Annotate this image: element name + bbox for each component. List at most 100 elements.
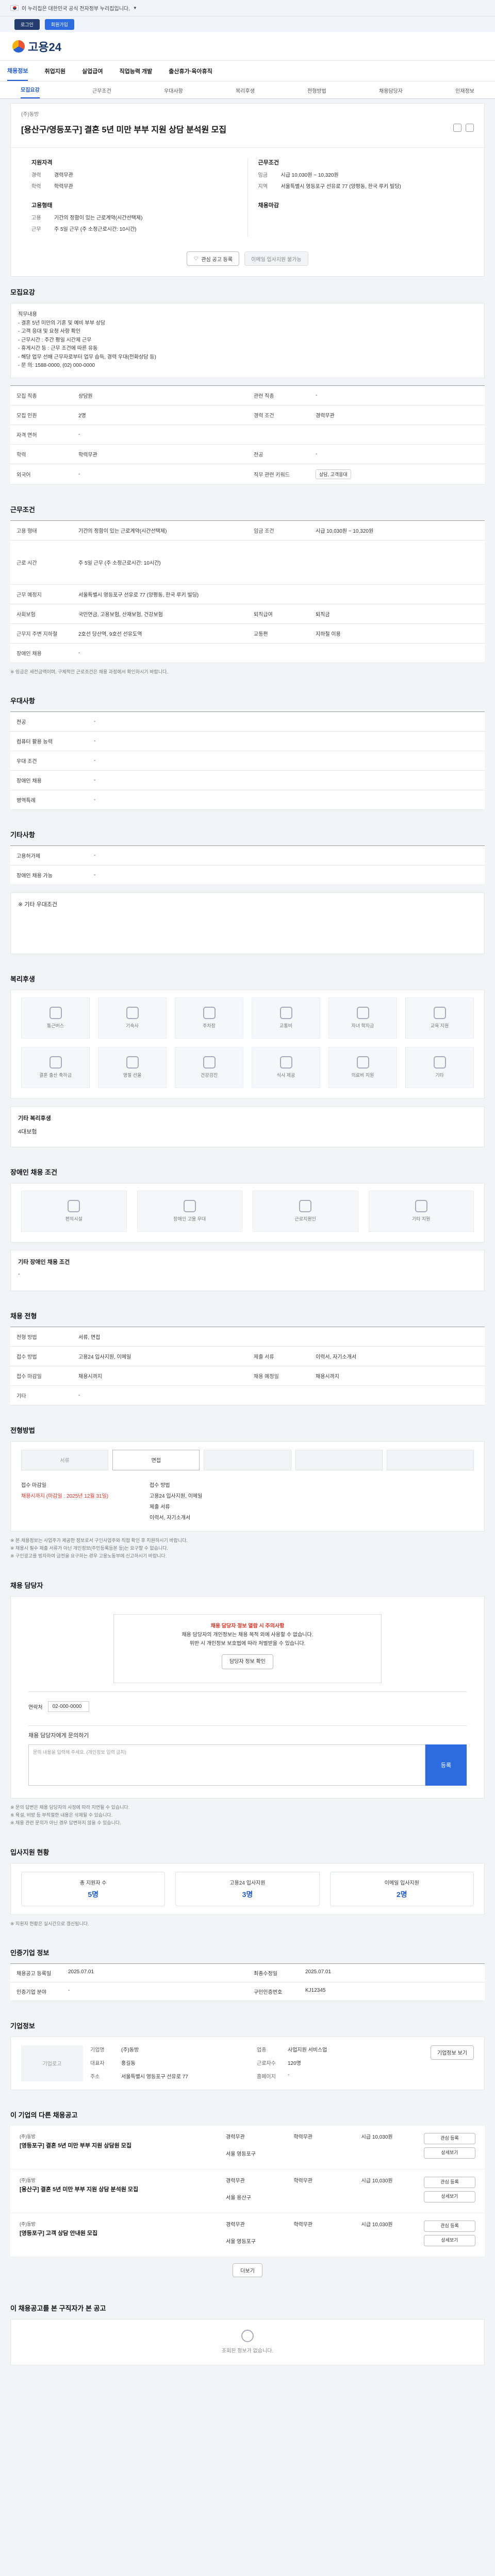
step-4: [295, 1449, 383, 1470]
welfare-label: 주차장: [203, 1023, 216, 1029]
value: 경력무관: [309, 405, 485, 425]
label: 홈페이지: [257, 2074, 276, 2080]
menu-item-unemployment[interactable]: 실업급여: [82, 67, 103, 75]
recruit-table: 전형 방법 서류, 면접 접수 방법 고용24 입사지원, 이메일 제출 서류 이력서…: [10, 1326, 485, 1405]
more-button[interactable]: 더보기: [233, 2263, 262, 2277]
label: 학력: [10, 444, 72, 464]
job-title[interactable]: [용산구] 결혼 5년 미만 부부 지원 상담 분석원 모집: [20, 2185, 226, 2195]
menu-item-leave[interactable]: 출산휴가·육아휴직: [169, 67, 212, 75]
disability-label: 근로지원인: [294, 1216, 316, 1222]
tab-conditions[interactable]: 근무조건: [92, 87, 111, 98]
email-apply-button[interactable]: 이메일 입사지원 불가능: [244, 251, 308, 266]
welfare-extra-value: 4대보험: [18, 1128, 37, 1135]
site-logo[interactable]: 고용24: [12, 38, 61, 55]
disability-icon: [415, 1200, 427, 1213]
job-title-box: (주)동방 [용산구/영등포구] 결혼 5년 미만 부부 지원 상담 분석원 모…: [10, 103, 485, 148]
section-title: 장애인 채용 조건: [10, 1168, 57, 1176]
job-title[interactable]: [영등포구] 고객 상담 안내원 모집: [20, 2229, 226, 2239]
inquiry-textarea[interactable]: 문의 내용을 입력해 주세요. (개인정보 입력 금지): [28, 1744, 425, 1786]
welfare-icon: [433, 1007, 446, 1020]
label: 제출 서류: [150, 1504, 170, 1510]
tab-talent[interactable]: 인재정보: [455, 87, 474, 98]
welfare-icon: [356, 1007, 369, 1020]
value: -: [72, 464, 248, 485]
chevron-down-icon[interactable]: ▼: [133, 6, 137, 10]
label: 전형 방법: [10, 1327, 72, 1347]
deadline-value: 채용시까지 (마감일 : 2025년 12월 31일): [21, 1493, 109, 1499]
company-name[interactable]: (주)동방: [21, 110, 474, 117]
value: 2025.07.01: [62, 1964, 248, 1982]
value: 기간의 정함이 있는 근로계약(시간선택제): [72, 521, 248, 540]
job-list-item[interactable]: (주)동방 [영등포구] 고객 상담 안내원 모집 경력무관 학력무관 시급 10,03…: [10, 2213, 485, 2257]
warning-line: 위반 시 개인정보 보호법에 따라 처벌받을 수 있습니다.: [189, 1640, 306, 1647]
value: -: [72, 643, 485, 663]
disability-extra-title: 기타 장애인 채용 조건: [18, 1259, 70, 1265]
label: 교통편: [248, 623, 309, 643]
section-title: 인증기업 정보: [10, 1948, 50, 1957]
bookmark-button[interactable]: 관심 등록: [424, 2220, 475, 2232]
preference-section: 우대사항 전공 - 컴퓨터 활용 능력 - 우대 조건 - 장애인 채용 - 병역특례 -: [10, 685, 485, 819]
value: -: [288, 2072, 290, 2078]
value: 상담원: [72, 386, 248, 405]
tab-recruit[interactable]: 모집요강: [21, 86, 40, 98]
label: 접수 마감일: [10, 1366, 72, 1386]
share-icon[interactable]: [466, 124, 474, 132]
tab-preference[interactable]: 우대사항: [164, 87, 183, 98]
login-button[interactable]: 로그인: [14, 19, 40, 30]
label: 장애인 채용 가능: [10, 866, 88, 885]
label: 접수 방법: [10, 1346, 72, 1366]
job-company: (주)동방: [20, 2177, 36, 2183]
value: -: [88, 771, 485, 790]
tab-welfare[interactable]: 복리후생: [236, 87, 255, 98]
tab-contact[interactable]: 채용담당자: [379, 87, 403, 98]
welfare-icon: [356, 1056, 369, 1069]
value: 주 5일 근무 (주 소정근로시간: 10시간): [54, 227, 137, 232]
label: 채용 예정일: [248, 1366, 309, 1386]
etc-table: 고용허가제 - 장애인 채용 가능 -: [10, 845, 485, 885]
section-title: 채용 담당자: [10, 1581, 43, 1589]
privacy-warning: 채용 담당자 정보 열람 시 주의사항 채용 담당자의 개인정보는 채용 목적 …: [113, 1614, 382, 1683]
etc-note: ※ 기타 우대조건: [18, 901, 58, 908]
job-list-item[interactable]: (주)동방 [영등포구] 결혼 5년 미만 부부 지원 상담원 모집 경력무관 학력무…: [10, 2125, 485, 2170]
print-icon[interactable]: [453, 124, 461, 132]
label: 구인인증번호: [248, 1982, 299, 2001]
label: 모집 직종: [10, 385, 72, 405]
value: -: [309, 386, 485, 405]
inquiry-title: 채용 담당자에게 문의하기: [28, 1732, 89, 1739]
detail-button[interactable]: 상세보기: [424, 2234, 475, 2246]
recruit-process-section: 채용 전형 전형 방법 서류, 면접 접수 방법 고용24 입사지원, 이메일 제출…: [10, 1300, 485, 1415]
inquiry-submit-button[interactable]: 등록: [425, 1744, 467, 1786]
contact-note: ※ 문의 답변은 채용 담당자의 사정에 따라 지연될 수 있습니다.: [10, 1804, 130, 1810]
bookmark-button[interactable]: 관심 등록: [424, 2176, 475, 2188]
label: 경력: [31, 173, 41, 178]
company-info-button[interactable]: 기업정보 보기: [431, 2045, 474, 2060]
bookmark-button[interactable]: 관심 등록: [424, 2132, 475, 2144]
job-title[interactable]: [영등포구] 결혼 5년 미만 부부 지원 상담원 모집: [20, 2141, 226, 2151]
label: 채용공고 등록일: [10, 1964, 62, 1982]
menu-item-support[interactable]: 취업지원: [44, 67, 65, 75]
email-apply-label: 이메일 입사지원 불가능: [251, 257, 302, 263]
view-contact-button[interactable]: 담당자 정보 확인: [222, 1654, 273, 1669]
welfare-icon: [126, 1007, 139, 1020]
bookmark-button[interactable]: ♡ 관심 공고 등록: [187, 251, 240, 266]
tab-process[interactable]: 전형방법: [307, 87, 326, 98]
contact-card: 채용 담당자 정보 열람 시 주의사항 채용 담당자의 개인정보는 채용 목적 …: [10, 1596, 485, 1799]
welfare-label: 결혼 출산 축하금: [39, 1073, 72, 1078]
step-3: [204, 1449, 291, 1470]
section-title: 기타사항: [10, 831, 35, 839]
disability-extra-value: -: [18, 1270, 20, 1277]
main-menu: 채용정보 취업지원 실업급여 직업능력 개발 출산휴가·육아휴직: [0, 61, 495, 81]
label: 경력 조건: [248, 405, 309, 425]
step-label: 면접: [151, 1458, 161, 1464]
signup-button[interactable]: 회원가입: [44, 19, 74, 30]
section-title: 모집요강: [10, 289, 35, 296]
menu-item-jobs[interactable]: 채용정보: [7, 66, 28, 81]
stat-label: 총 지원자 수: [79, 1880, 107, 1886]
menu-item-training[interactable]: 직업능력 개발: [119, 67, 152, 75]
job-list-item[interactable]: (주)동방 [용산구] 결혼 5년 미만 부부 지원 상담 분석원 모집 경력무관 학…: [10, 2169, 485, 2213]
detail-button[interactable]: 상세보기: [424, 2191, 475, 2202]
value: 기간의 정함이 있는 근로계약(시간선택제): [54, 215, 143, 221]
job-summary: 지원자격 경력 경력무관 학력 학력무관 고용형태 고용 기간의 정함이 있는 근로계…: [10, 148, 485, 277]
detail-button[interactable]: 상세보기: [424, 2147, 475, 2159]
value: 학력무관: [72, 445, 248, 464]
